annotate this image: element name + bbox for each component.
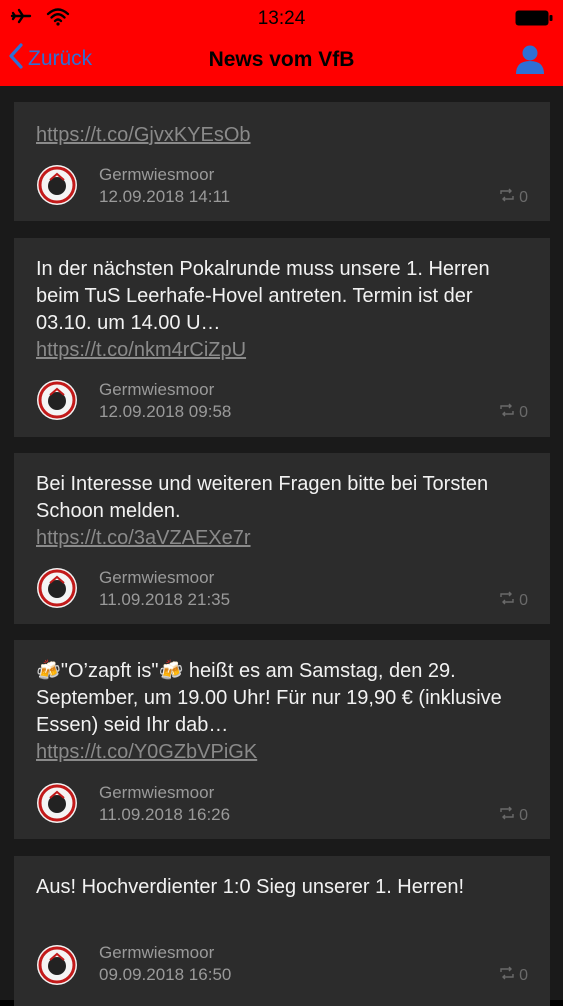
- retweet-number: 0: [519, 806, 528, 824]
- profile-icon[interactable]: [513, 42, 547, 76]
- retweet-icon: [499, 403, 515, 422]
- post-date: 11.09.2018 16:26: [99, 805, 231, 824]
- nav-bar: Zurück News vom VfB: [0, 38, 563, 86]
- news-card[interactable]: In der nächsten Pokalrunde muss unsere 1…: [14, 238, 550, 437]
- battery-icon: [515, 10, 553, 26]
- avatar: [36, 782, 78, 824]
- retweet-icon: [499, 966, 515, 985]
- retweet-icon: [499, 806, 515, 825]
- author-name: Germwiesmoor: [99, 380, 215, 399]
- retweet-count: 0: [499, 591, 528, 610]
- author-name: Germwiesmoor: [99, 943, 215, 962]
- status-time: 13:24: [257, 8, 306, 29]
- retweet-count: 0: [499, 403, 528, 422]
- avatar: [36, 567, 78, 609]
- avatar: [36, 379, 78, 421]
- status-bar: 13:24: [0, 0, 563, 38]
- retweet-icon: [499, 188, 515, 207]
- retweet-icon: [499, 591, 515, 610]
- post-date: 12.09.2018 09:58: [99, 402, 232, 421]
- news-card[interactable]: Aus! Hochverdienter 1:0 Sieg unserer 1. …: [14, 856, 550, 1006]
- news-feed: https://t.co/GjvxKYEsOb Germwiesmoor 12.…: [0, 86, 563, 1006]
- post-link[interactable]: https://t.co/nkm4rCiZpU: [36, 339, 246, 361]
- post-text: In der nächsten Pokalrunde muss unsere 1…: [36, 258, 490, 334]
- post-text: 🍻"O’zapft is"🍻 heißt es am Samstag, den …: [36, 660, 502, 736]
- page-title: News vom VfB: [208, 48, 355, 71]
- post-text: Aus! Hochverdienter 1:0 Sieg unserer 1. …: [36, 876, 464, 898]
- author-name: Germwiesmoor: [99, 568, 215, 587]
- post-date: 12.09.2018 14:11: [99, 187, 231, 206]
- avatar: [36, 164, 78, 206]
- retweet-number: 0: [519, 591, 528, 609]
- post-date: 11.09.2018 21:35: [99, 590, 231, 609]
- news-card[interactable]: Bei Interesse und weiteren Fragen bitte …: [14, 453, 550, 624]
- post-date: 09.09.2018 16:50: [99, 965, 232, 984]
- post-link[interactable]: https://t.co/3aVZAEXe7r: [36, 527, 251, 549]
- post-link[interactable]: https://t.co/Y0GZbVPiGK: [36, 741, 257, 763]
- post-text: Bei Interesse und weiteren Fragen bitte …: [36, 473, 489, 522]
- author-name: Germwiesmoor: [99, 783, 215, 802]
- retweet-count: 0: [499, 966, 528, 985]
- news-card[interactable]: https://t.co/GjvxKYEsOb Germwiesmoor 12.…: [14, 102, 550, 221]
- retweet-count: 0: [499, 188, 528, 207]
- avatar: [36, 944, 78, 986]
- author-name: Germwiesmoor: [99, 165, 215, 184]
- retweet-count: 0: [499, 806, 528, 825]
- retweet-number: 0: [519, 188, 528, 206]
- retweet-number: 0: [519, 966, 528, 984]
- post-link[interactable]: https://t.co/GjvxKYEsOb: [36, 124, 251, 146]
- retweet-number: 0: [519, 403, 528, 421]
- news-card[interactable]: 🍻"O’zapft is"🍻 heißt es am Samstag, den …: [14, 640, 550, 839]
